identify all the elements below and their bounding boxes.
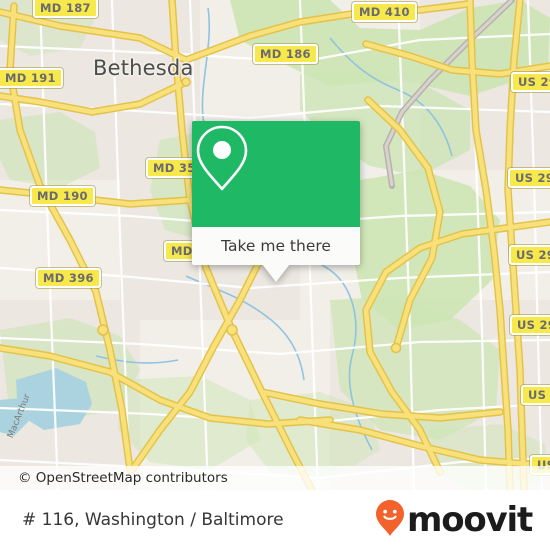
callout-image-area — [192, 121, 360, 227]
highway-shield-us-29-2[interactable]: US 29 — [508, 168, 550, 188]
footer-bar: # 116, Washington / Baltimore moovit — [0, 490, 550, 550]
moovit-map-screen: Bethesda MacArthur MD 187 MD 410 MD 186 … — [0, 0, 550, 550]
page-title: # 116, Washington / Baltimore — [22, 510, 284, 530]
highway-shield-md-191[interactable]: MD 191 — [0, 68, 63, 88]
highway-shield-md-396[interactable]: MD 396 — [36, 268, 101, 288]
highway-shield-md-410[interactable]: MD 410 — [352, 2, 417, 22]
highway-shield-us-29-4[interactable]: US 29 — [510, 315, 550, 335]
highway-shield-us-29-1[interactable]: US 29 — [511, 72, 550, 92]
highway-shield-us-29-5[interactable]: US 2 — [521, 385, 550, 405]
take-me-there-label: Take me there — [221, 237, 331, 255]
take-me-there-button[interactable]: Take me there — [192, 227, 360, 265]
location-callout[interactable]: Take me there — [192, 121, 360, 282]
highway-shield-md-190[interactable]: MD 190 — [30, 186, 95, 206]
highway-shield-md-186[interactable]: MD 186 — [253, 44, 318, 64]
moovit-logo[interactable]: moovit — [375, 499, 533, 542]
osm-attribution-text: © OpenStreetMap contributors — [18, 470, 228, 486]
osm-attribution[interactable]: © OpenStreetMap contributors — [0, 466, 550, 490]
moovit-wordmark: moovit — [406, 500, 533, 540]
highway-shield-us-29-3[interactable]: US 29 — [509, 245, 550, 265]
callout-tail — [262, 264, 290, 282]
moovit-smiley-pin-icon — [375, 499, 405, 542]
highway-shield-md-187[interactable]: MD 187 — [33, 0, 98, 18]
map-canvas[interactable]: Bethesda MacArthur MD 187 MD 410 MD 186 … — [0, 0, 550, 490]
